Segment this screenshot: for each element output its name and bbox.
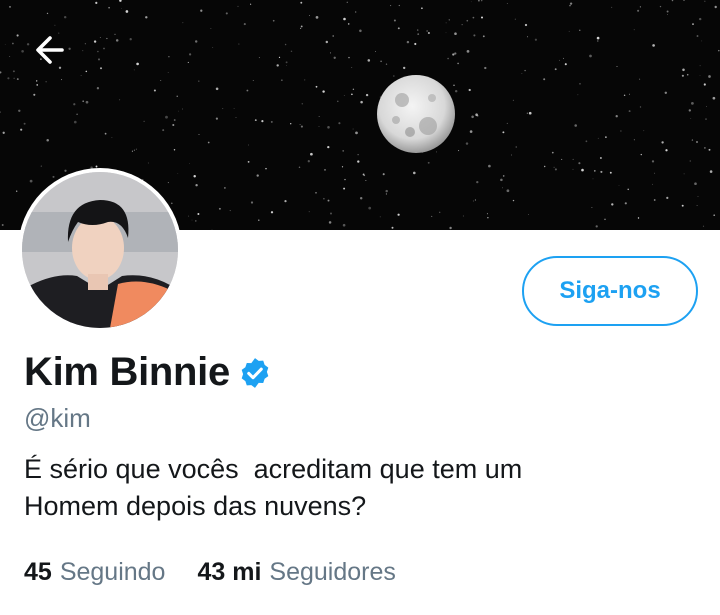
following-count: 45 — [24, 558, 52, 586]
profile-bio: É sério que vocês acreditam que tem um H… — [24, 454, 523, 521]
following-label: Seguindo — [59, 558, 166, 586]
followers-count: 43 mi — [197, 558, 262, 586]
verified-badge-icon — [241, 357, 269, 388]
name-row: Kim Binnie — [24, 350, 272, 395]
following-stat[interactable]: 45 Seguindo — [24, 558, 165, 587]
follow-button[interactable]: Siga-nos — [522, 256, 698, 326]
back-button[interactable] — [30, 30, 80, 80]
avatar-photo — [22, 172, 178, 328]
followers-stat[interactable]: 43 mi Seguidores — [197, 558, 395, 587]
moon — [377, 75, 455, 153]
followers-label: Seguidores — [269, 558, 396, 586]
profile-stats: 45 Seguindo 43 mi Seguidores — [24, 558, 428, 587]
user-handle: @kim — [24, 403, 91, 433]
avatar[interactable] — [18, 168, 182, 332]
display-name: Kim Binnie — [24, 350, 230, 394]
arrow-left-icon — [36, 36, 64, 64]
